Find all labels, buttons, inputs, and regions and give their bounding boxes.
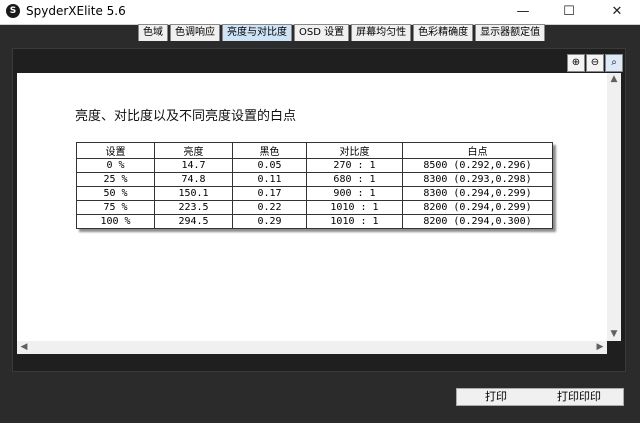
brightness-table: 设置 亮度 黑色 对比度 白点 0 % 14.7 0.05 270 : 1 85… [76,142,553,229]
column-header-black: 黑色 [232,142,307,159]
cell-black: 0.05 [232,158,307,173]
tab-strip: 色域 色调响应 亮度与对比度 OSD 设置 屏幕均匀性 色彩精确度 显示器额定值 [138,24,547,42]
cell-contrast: 1010 : 1 [306,214,403,229]
cell-white-point: 8500 (0.292,0.296) [402,158,553,173]
cell-setting: 0 % [76,158,155,173]
column-header-white-point: 白点 [402,142,553,159]
cell-brightness: 74.8 [154,172,233,187]
tab-color-accuracy[interactable]: 色彩精确度 [413,24,474,41]
table-row: 0 % 14.7 0.05 270 : 1 8500 (0.292,0.296) [76,158,553,173]
tab-tone-response[interactable]: 色调响应 [170,24,220,41]
app-window: S SpyderXElite 5.6 — ☐ ✕ 色域 色调响应 亮度与对比度 … [0,0,640,423]
cell-black: 0.22 [232,200,307,215]
tab-brightness-contrast[interactable]: 亮度与对比度 [222,24,292,41]
cell-setting: 50 % [76,186,155,201]
tab-screen-uniformity[interactable]: 屏幕均匀性 [351,24,412,41]
column-header-setting: 设置 [76,142,155,159]
print-button[interactable]: 打印 [457,389,535,405]
table-row: 100 % 294.5 0.29 1010 : 1 8200 (0.294,0.… [76,214,553,229]
cell-brightness: 294.5 [154,214,233,229]
scroll-left-icon[interactable]: ◀ [17,341,31,354]
maximize-button[interactable]: ☐ [546,0,592,24]
cell-black: 0.11 [232,172,307,187]
cell-white-point: 8300 (0.293,0.298) [402,172,553,187]
report-title: 亮度、对比度以及不同亮度设置的白点 [75,109,297,124]
cell-contrast: 270 : 1 [306,158,403,173]
tab-display-rating[interactable]: 显示器额定值 [475,24,546,41]
cell-contrast: 900 : 1 [306,186,403,201]
zoom-out-icon[interactable]: ⊖ [586,54,604,72]
table-row: 50 % 150.1 0.17 900 : 1 8300 (0.294,0.29… [76,186,553,201]
scroll-down-icon[interactable]: ▼ [607,328,621,341]
table-row: 25 % 74.8 0.11 680 : 1 8300 (0.293,0.298… [76,172,553,187]
table-row: 75 % 223.5 0.22 1010 : 1 8200 (0.294,0.2… [76,200,553,215]
cell-setting: 25 % [76,172,155,187]
cell-contrast: 680 : 1 [306,172,403,187]
cell-setting: 100 % [76,214,155,229]
zoom-fit-icon[interactable]: ⌕ [605,54,623,72]
window-title: SpyderXElite 5.6 [26,4,126,18]
cell-brightness: 14.7 [154,158,233,173]
cell-black: 0.29 [232,214,307,229]
print-all-button[interactable]: 打印印印 [535,389,623,405]
cell-brightness: 150.1 [154,186,233,201]
print-button-bar: 打印 打印印印 [456,388,624,406]
title-bar: S SpyderXElite 5.6 — ☐ ✕ [0,0,640,25]
app-logo-icon: S [6,4,20,18]
tab-color-gamut[interactable]: 色域 [138,24,168,41]
table-header-row: 设置 亮度 黑色 对比度 白点 [76,142,553,159]
cell-setting: 75 % [76,200,155,215]
cell-contrast: 1010 : 1 [306,200,403,215]
tab-osd-settings[interactable]: OSD 设置 [294,24,350,41]
vertical-scrollbar[interactable]: ▲ ▼ [607,73,621,341]
column-header-brightness: 亮度 [154,142,233,159]
close-button[interactable]: ✕ [594,0,640,24]
minimize-button[interactable]: — [500,0,546,24]
column-header-contrast: 对比度 [306,142,403,159]
scroll-up-icon[interactable]: ▲ [607,73,621,86]
scroll-right-icon[interactable]: ▶ [593,341,607,354]
cell-white-point: 8200 (0.294,0.299) [402,200,553,215]
cell-white-point: 8300 (0.294,0.299) [402,186,553,201]
cell-black: 0.17 [232,186,307,201]
horizontal-scrollbar[interactable]: ◀ ▶ [17,341,607,354]
cell-white-point: 8200 (0.294,0.300) [402,214,553,229]
zoom-in-icon[interactable]: ⊕ [567,54,585,72]
cell-brightness: 223.5 [154,200,233,215]
